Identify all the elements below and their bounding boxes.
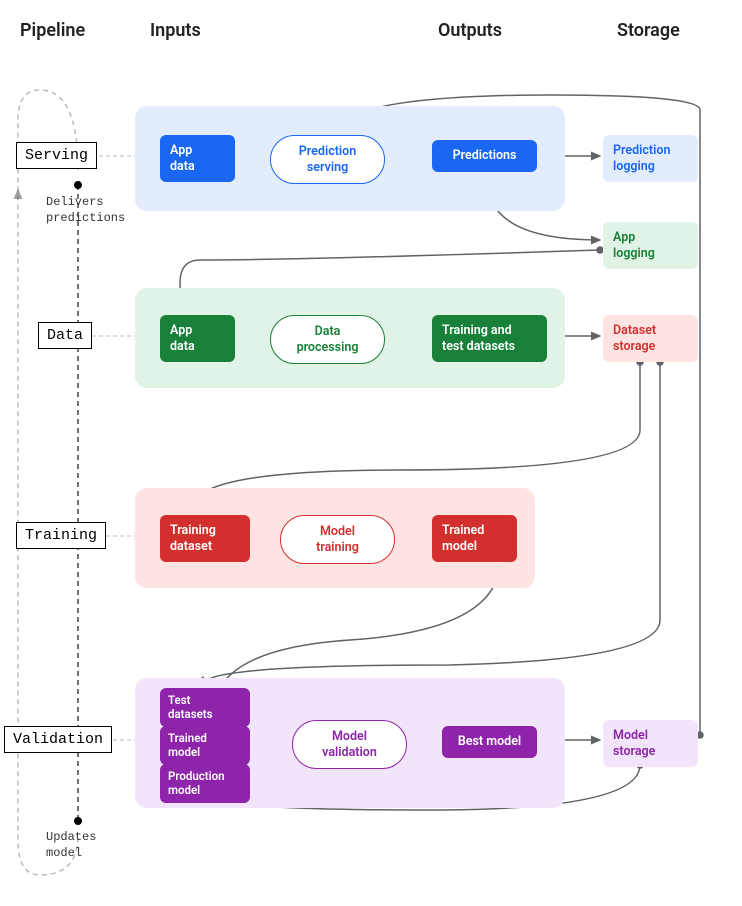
- training-process: Model training: [280, 515, 395, 564]
- serving-input: App data: [160, 135, 235, 182]
- annot-delivers: Delivers predictions: [46, 195, 125, 226]
- app-logging: App logging: [603, 222, 698, 269]
- training-output: Trained model: [432, 515, 517, 562]
- col-pipeline: Pipeline: [20, 20, 85, 41]
- model-storage: Model storage: [603, 720, 698, 767]
- validation-input-1: Test datasets: [160, 688, 250, 727]
- serving-storage: Prediction logging: [603, 135, 698, 182]
- data-process: Data processing: [270, 315, 385, 364]
- row-training-label: Training: [16, 522, 106, 549]
- col-inputs: Inputs: [150, 20, 201, 41]
- annot-updates: Updates model: [46, 830, 96, 861]
- validation-input-2: Trained model: [160, 726, 250, 765]
- serving-output: Predictions: [432, 140, 537, 172]
- pipeline-dot-top: [74, 181, 82, 189]
- data-input: App data: [160, 315, 235, 362]
- training-input: Training dataset: [160, 515, 250, 562]
- row-serving-label: Serving: [16, 142, 97, 169]
- validation-input-3: Production model: [160, 764, 250, 803]
- validation-process: Model validation: [292, 720, 407, 769]
- col-storage: Storage: [617, 20, 680, 41]
- dataset-storage: Dataset storage: [603, 315, 698, 362]
- pipeline-dot-bottom: [74, 817, 82, 825]
- row-data-label: Data: [38, 322, 92, 349]
- validation-output: Best model: [442, 726, 537, 758]
- col-outputs: Outputs: [438, 20, 502, 41]
- data-output: Training and test datasets: [432, 315, 547, 362]
- serving-process: Prediction serving: [270, 135, 385, 184]
- row-validation-label: Validation: [4, 726, 112, 753]
